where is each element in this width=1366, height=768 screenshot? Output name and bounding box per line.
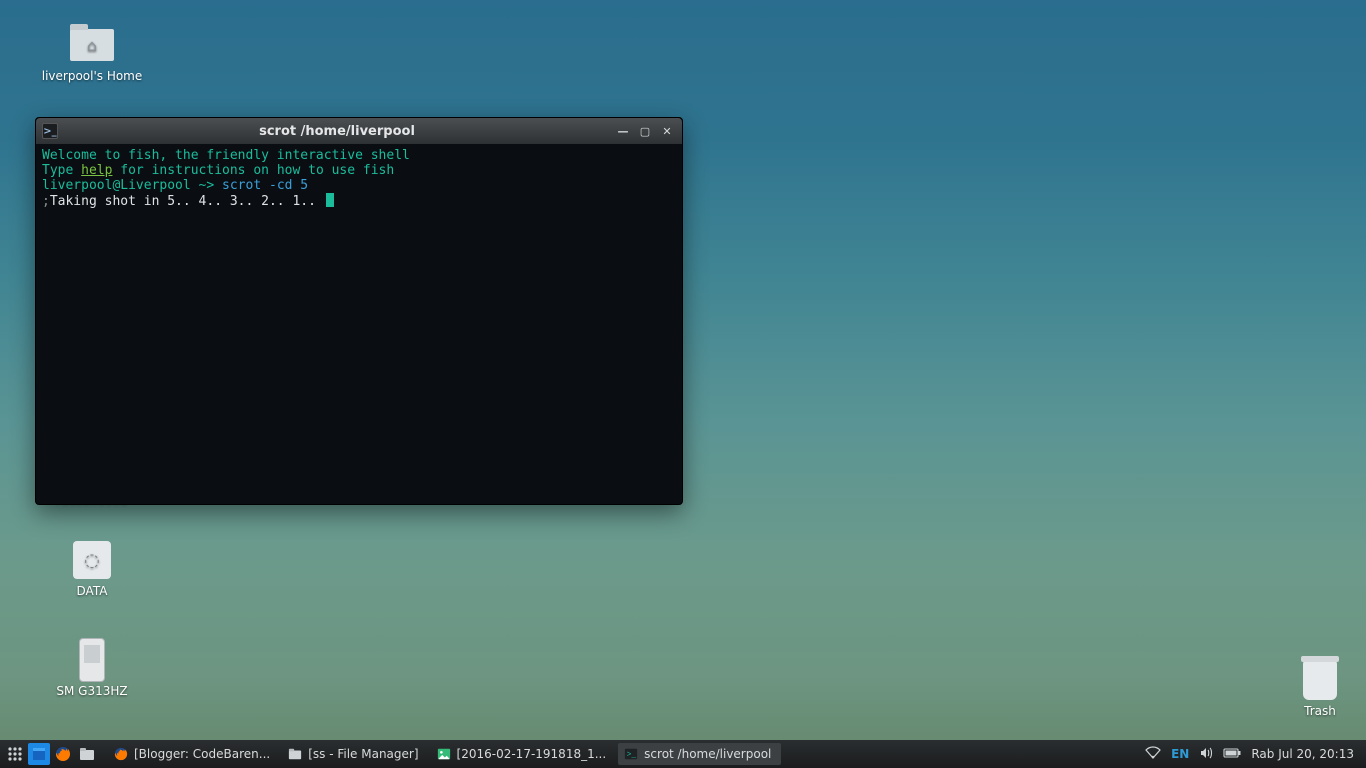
desktop-icon-data[interactable]: ◌ DATA — [32, 540, 152, 598]
terminal-output: Taking shot in 5.. 4.. 3.. 2.. 1.. — [50, 194, 324, 209]
taskbar-item-image-viewer[interactable]: [2016-02-17-191818_1... — [431, 743, 617, 765]
taskbar-item-label: scrot /home/liverpool — [644, 747, 771, 761]
firefox-icon — [114, 747, 128, 761]
taskbar-item-label: [2016-02-17-191818_1... — [457, 747, 607, 761]
folder-home-icon — [70, 29, 114, 61]
terminal-line-prefix: ; — [42, 194, 50, 209]
taskbar: [Blogger: CodeBaren... [ss - File Manage… — [0, 740, 1366, 768]
terminal-command: scrot — [222, 178, 269, 193]
desktop-icon-phone[interactable]: SM G313HZ — [32, 640, 152, 698]
terminal-command-args: -cd 5 — [269, 178, 308, 193]
window-minimize-button[interactable]: — — [614, 123, 632, 139]
taskbar-item-label: [ss - File Manager] — [308, 747, 418, 761]
taskbar-item-blogger[interactable]: [Blogger: CodeBaren... — [108, 743, 280, 765]
terminal-window[interactable]: >_ scrot /home/liverpool — ▢ ✕ Welcome t… — [35, 117, 683, 505]
phone-icon — [79, 638, 105, 682]
battery-icon[interactable] — [1223, 747, 1241, 762]
window-titlebar[interactable]: >_ scrot /home/liverpool — ▢ ✕ — [36, 118, 682, 144]
volume-icon[interactable] — [1199, 746, 1213, 763]
show-desktop-icon[interactable] — [28, 743, 50, 765]
wifi-icon[interactable] — [1145, 746, 1161, 763]
terminal-cursor — [326, 193, 334, 207]
terminal-line-part: for instructions on how to use fish — [112, 163, 394, 178]
file-manager-launcher-icon[interactable] — [76, 743, 98, 765]
keyboard-layout-indicator[interactable]: EN — [1171, 747, 1189, 761]
taskbar-item-terminal[interactable]: >_ scrot /home/liverpool — [618, 743, 781, 765]
desktop: liverpool's Home capture.png con.png Fau… — [0, 0, 1366, 768]
terminal-line: Welcome to fish, the friendly interactiv… — [42, 148, 410, 163]
system-tray: EN Rab Jul 20, 20:13 — [1145, 746, 1362, 763]
terminal-help-link[interactable]: help — [81, 163, 112, 178]
taskbar-item-file-manager[interactable]: [ss - File Manager] — [282, 743, 428, 765]
desktop-icon-trash[interactable]: Trash — [1260, 660, 1366, 718]
desktop-icon-label: liverpool's Home — [42, 69, 143, 83]
app-menu-icon[interactable] — [4, 743, 26, 765]
terminal-prompt-sep: ~> — [199, 178, 222, 193]
file-manager-icon — [288, 747, 302, 761]
disk-icon: ◌ — [73, 541, 111, 579]
terminal-icon: >_ — [624, 747, 638, 761]
desktop-icon-label: Trash — [1304, 704, 1336, 718]
desktop-icon-label: SM G313HZ — [56, 684, 127, 698]
terminal-line-part: Type — [42, 163, 81, 178]
window-maximize-button[interactable]: ▢ — [636, 123, 654, 139]
firefox-launcher-icon[interactable] — [52, 743, 74, 765]
window-close-button[interactable]: ✕ — [658, 123, 676, 139]
terminal-titlebar-icon: >_ — [42, 123, 58, 139]
image-viewer-icon — [437, 747, 451, 761]
window-title: scrot /home/liverpool — [64, 124, 610, 139]
desktop-icon-home[interactable]: liverpool's Home — [32, 25, 152, 83]
terminal-prompt-user: liverpool@Liverpool — [42, 178, 199, 193]
trash-icon — [1303, 660, 1337, 700]
svg-text:>_: >_ — [627, 751, 637, 760]
terminal-body[interactable]: Welcome to fish, the friendly interactiv… — [36, 144, 682, 504]
desktop-icon-label: DATA — [77, 584, 108, 598]
taskbar-item-label: [Blogger: CodeBaren... — [134, 747, 270, 761]
clock[interactable]: Rab Jul 20, 20:13 — [1251, 747, 1354, 761]
